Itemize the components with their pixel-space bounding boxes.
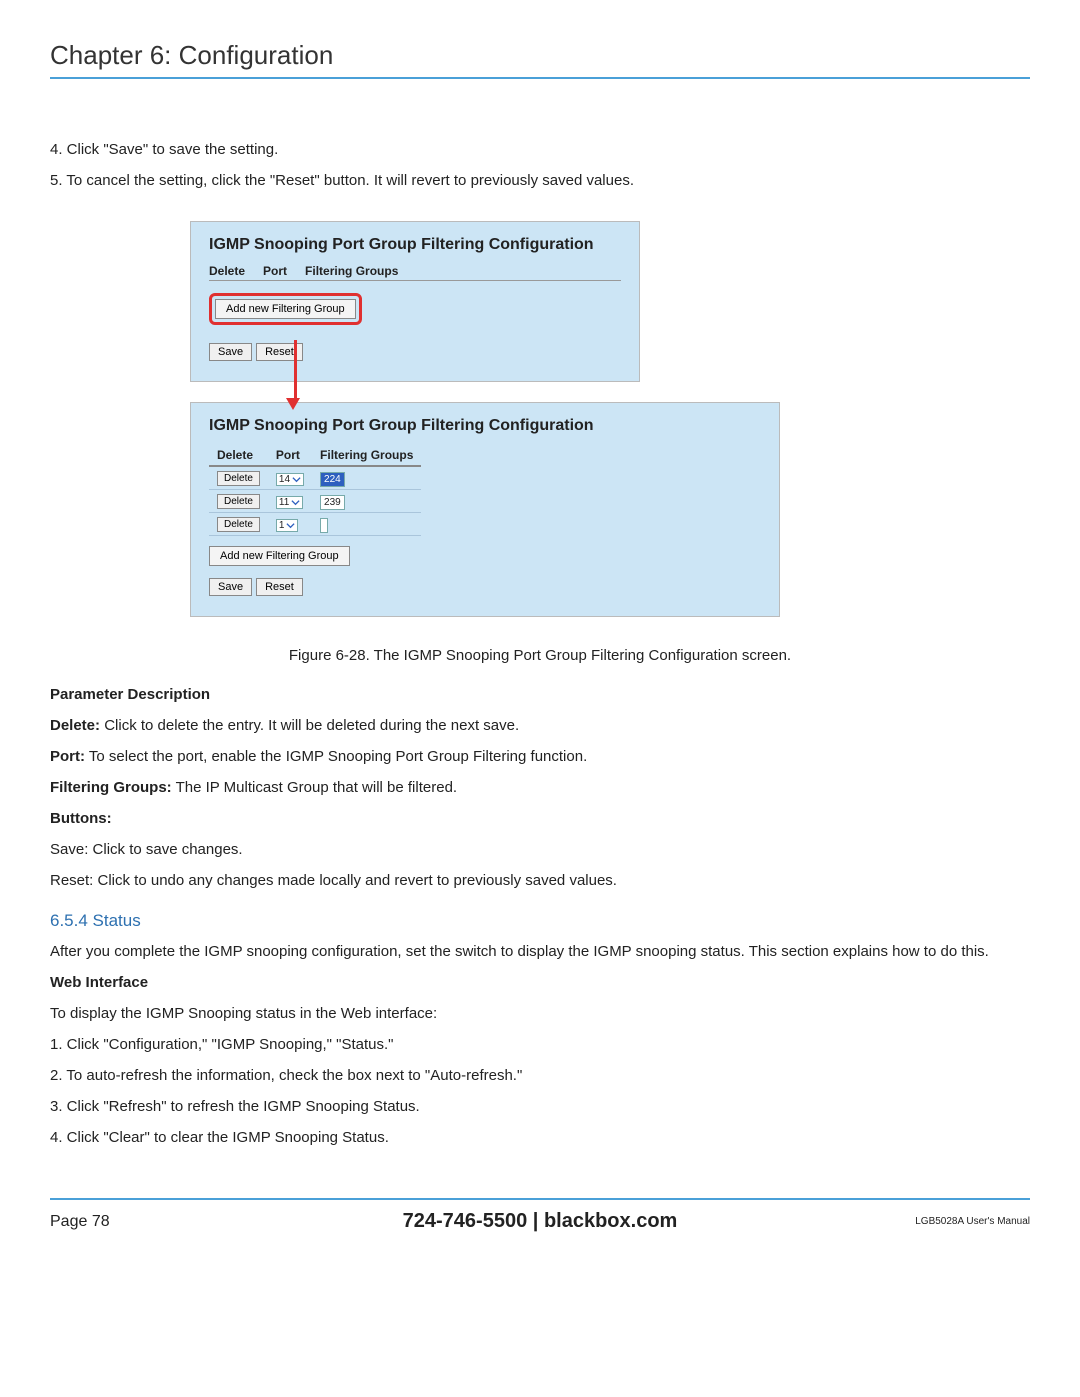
- step-4: 4. Click "Save" to save the setting.: [50, 139, 1030, 160]
- table-row: Delete 14 224: [209, 466, 421, 490]
- callout-arrow: [291, 340, 300, 410]
- param-delete: Delete: Click to delete the entry. It wi…: [50, 715, 1030, 736]
- buttons-heading: Buttons:: [50, 808, 1030, 829]
- col-groups-b: Filtering Groups: [312, 445, 421, 466]
- filtering-group-input[interactable]: 224: [320, 472, 345, 487]
- footer-phone: 724-746-5500: [403, 1210, 528, 1232]
- delete-row-button[interactable]: Delete: [217, 471, 260, 486]
- panel-title-bottom: IGMP Snooping Port Group Filtering Confi…: [209, 417, 761, 435]
- param-port: Port: To select the port, enable the IGM…: [50, 746, 1030, 767]
- save-button-bottom[interactable]: Save: [209, 578, 252, 596]
- web-intro: To display the IGMP Snooping status in t…: [50, 1003, 1030, 1024]
- chapter-title: Chapter 6: Configuration: [50, 40, 1030, 79]
- footer-doc: LGB5028A User's Manual: [880, 1216, 1030, 1227]
- port-select[interactable]: 14: [276, 473, 304, 486]
- table-row: Delete 1: [209, 513, 421, 536]
- buttons-reset: Reset: Click to undo any changes made lo…: [50, 870, 1030, 891]
- col-port-b: Port: [268, 445, 312, 466]
- port-value: 1: [279, 520, 285, 531]
- highlight-add-group: Add new Filtering Group: [209, 293, 362, 325]
- page-number: Page 78: [50, 1213, 200, 1231]
- panel-title-top: IGMP Snooping Port Group Filtering Confi…: [209, 236, 621, 254]
- param-groups-label: Filtering Groups:: [50, 779, 172, 796]
- filtering-group-input[interactable]: [320, 518, 328, 533]
- table-header-top: Delete Port Filtering Groups: [209, 264, 621, 281]
- step-5: 5. To cancel the setting, click the "Res…: [50, 170, 1030, 191]
- config-panel-bottom: IGMP Snooping Port Group Filtering Confi…: [190, 402, 780, 617]
- param-delete-text: Click to delete the entry. It will be de…: [100, 717, 519, 734]
- col-port: Port: [263, 264, 287, 278]
- col-groups: Filtering Groups: [305, 264, 398, 278]
- port-select[interactable]: 11: [276, 496, 303, 509]
- figure-area: IGMP Snooping Port Group Filtering Confi…: [190, 221, 1030, 617]
- chevron-down-icon: [286, 521, 295, 530]
- figure-caption: Figure 6-28. The IGMP Snooping Port Grou…: [50, 647, 1030, 664]
- port-value: 11: [279, 497, 289, 508]
- table-row: Delete 11 239: [209, 490, 421, 513]
- port-select[interactable]: 1: [276, 519, 299, 532]
- chevron-down-icon: [291, 498, 300, 507]
- add-filtering-group-button[interactable]: Add new Filtering Group: [215, 299, 356, 319]
- col-delete: Delete: [209, 264, 245, 278]
- chevron-down-icon: [292, 475, 301, 484]
- param-groups: Filtering Groups: The IP Multicast Group…: [50, 777, 1030, 798]
- buttons-save: Save: Click to save changes.: [50, 839, 1030, 860]
- page-footer: Page 78 724-746-5500 | blackbox.com LGB5…: [50, 1198, 1030, 1233]
- filtering-table: Delete Port Filtering Groups Delete 14 2…: [209, 445, 421, 536]
- param-groups-text: The IP Multicast Group that will be filt…: [172, 779, 457, 796]
- footer-contact: 724-746-5500 | blackbox.com: [200, 1210, 880, 1233]
- section-status-heading: 6.5.4 Status: [50, 911, 1030, 931]
- web-step-2: 2. To auto-refresh the information, chec…: [50, 1065, 1030, 1086]
- delete-row-button[interactable]: Delete: [217, 517, 260, 532]
- web-step-3: 3. Click "Refresh" to refresh the IGMP S…: [50, 1096, 1030, 1117]
- web-step-1: 1. Click "Configuration," "IGMP Snooping…: [50, 1034, 1030, 1055]
- status-intro: After you complete the IGMP snooping con…: [50, 941, 1030, 962]
- web-interface-heading: Web Interface: [50, 972, 1030, 993]
- port-value: 14: [279, 474, 290, 485]
- col-delete-b: Delete: [209, 445, 268, 466]
- param-desc-heading: Parameter Description: [50, 684, 1030, 705]
- config-panel-top: IGMP Snooping Port Group Filtering Confi…: [190, 221, 640, 382]
- save-button-top[interactable]: Save: [209, 343, 252, 361]
- param-port-label: Port:: [50, 748, 85, 765]
- web-step-4: 4. Click "Clear" to clear the IGMP Snoop…: [50, 1127, 1030, 1148]
- filtering-group-input[interactable]: 239: [320, 495, 345, 510]
- add-filtering-group-button-bottom[interactable]: Add new Filtering Group: [209, 546, 350, 566]
- footer-sep: |: [527, 1210, 544, 1232]
- param-port-text: To select the port, enable the IGMP Snoo…: [85, 748, 587, 765]
- footer-site: blackbox.com: [544, 1210, 677, 1232]
- delete-row-button[interactable]: Delete: [217, 494, 260, 509]
- reset-button-bottom[interactable]: Reset: [256, 578, 303, 596]
- param-delete-label: Delete:: [50, 717, 100, 734]
